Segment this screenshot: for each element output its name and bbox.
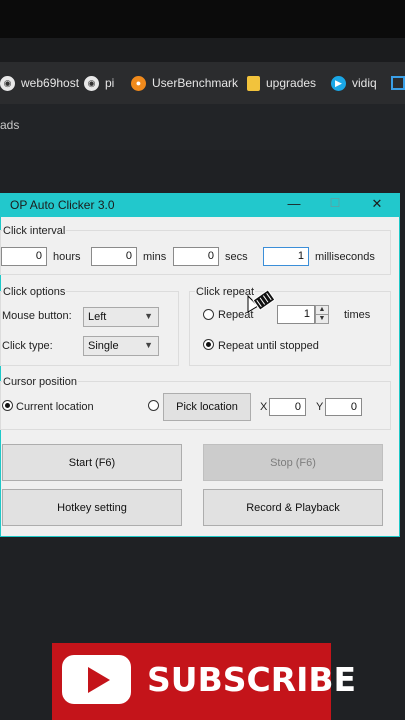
repeat-until-stopped-label: Repeat until stopped	[218, 340, 319, 352]
play-icon	[88, 667, 110, 693]
close-button[interactable]: ✕	[367, 196, 387, 212]
maximize-button[interactable]: ☐	[325, 196, 345, 210]
current-location-radio[interactable]	[2, 400, 13, 411]
y-coordinate-input[interactable]: 0	[325, 398, 362, 416]
pick-location-button[interactable]: Pick location	[163, 393, 251, 421]
mouse-button-select[interactable]: Left ▼	[83, 307, 159, 327]
current-location-label: Current location	[16, 401, 94, 413]
cursor-position-label: Cursor position	[2, 376, 78, 388]
page-partial-text: ads	[0, 118, 20, 132]
bookmark-web69host[interactable]: ◉ web69host	[0, 72, 79, 94]
record-playback-button[interactable]: Record & Playback	[203, 489, 383, 526]
bookmark-label: UserBenchmark	[152, 76, 239, 90]
times-label: times	[344, 309, 371, 321]
globe-icon: ◉	[0, 75, 15, 91]
minimize-button[interactable]: —	[284, 196, 304, 211]
mins-label: mins	[143, 251, 167, 263]
click-type-select[interactable]: Single ▼	[83, 336, 159, 356]
globe-icon: ◉	[84, 75, 99, 91]
click-options-label: Click options	[2, 286, 67, 298]
hotkey-setting-button[interactable]: Hotkey setting	[2, 489, 182, 526]
hours-label: hours	[53, 251, 81, 263]
chevron-down-icon: ▼	[144, 340, 153, 350]
bookmark-vidiq[interactable]: ▶ vidiq	[331, 72, 377, 94]
milliseconds-label: milliseconds	[315, 251, 375, 263]
milliseconds-input[interactable]: 1	[263, 247, 309, 266]
x-label: X	[260, 401, 268, 413]
window-title: OP Auto Clicker 3.0	[10, 198, 115, 212]
click-repeat-group	[189, 291, 391, 366]
extension-icon[interactable]	[391, 76, 405, 90]
secs-label: secs	[225, 251, 248, 263]
repeat-radio[interactable]	[203, 309, 214, 320]
hours-input[interactable]: 0	[1, 247, 47, 266]
click-type-value: Single	[88, 340, 119, 352]
bookmark-upgrades[interactable]: upgrades	[247, 72, 316, 94]
bookmark-userbenchmark[interactable]: ● UserBenchmark	[131, 72, 238, 94]
click-type-label: Click type:	[2, 340, 53, 352]
bookmark-pi[interactable]: ◉ pi	[84, 72, 114, 94]
click-interval-label: Click interval	[2, 225, 67, 237]
x-coordinate-input[interactable]: 0	[269, 398, 306, 416]
spin-down-icon[interactable]: ▼	[315, 314, 329, 324]
mins-input[interactable]: 0	[91, 247, 137, 266]
userbenchmark-icon: ●	[131, 75, 146, 91]
subscribe-label: SUBSCRIBE	[147, 660, 357, 699]
browser-address-area	[0, 38, 405, 62]
page-header-strip	[0, 104, 405, 150]
repeat-count-input[interactable]: 1	[277, 305, 315, 324]
mouse-button-label: Mouse button:	[2, 310, 72, 322]
browser-top-bar	[0, 0, 405, 38]
y-label: Y	[316, 401, 324, 413]
mouse-button-value: Left	[88, 311, 107, 323]
stop-button[interactable]: Stop (F6)	[203, 444, 383, 481]
bookmark-label: upgrades	[266, 76, 317, 90]
repeat-until-stopped-radio[interactable]	[203, 339, 214, 350]
secs-input[interactable]: 0	[173, 247, 219, 266]
chevron-down-icon: ▼	[144, 311, 153, 321]
vidiq-icon: ▶	[331, 75, 346, 91]
pick-location-radio[interactable]	[148, 400, 159, 411]
bookmark-label: web69host	[21, 76, 80, 90]
start-button[interactable]: Start (F6)	[2, 444, 182, 481]
bookmark-label: pi	[105, 76, 115, 90]
mouse-cursor-icon	[247, 290, 276, 313]
bookmark-label: vidiq	[352, 76, 377, 90]
folder-icon	[247, 75, 260, 91]
